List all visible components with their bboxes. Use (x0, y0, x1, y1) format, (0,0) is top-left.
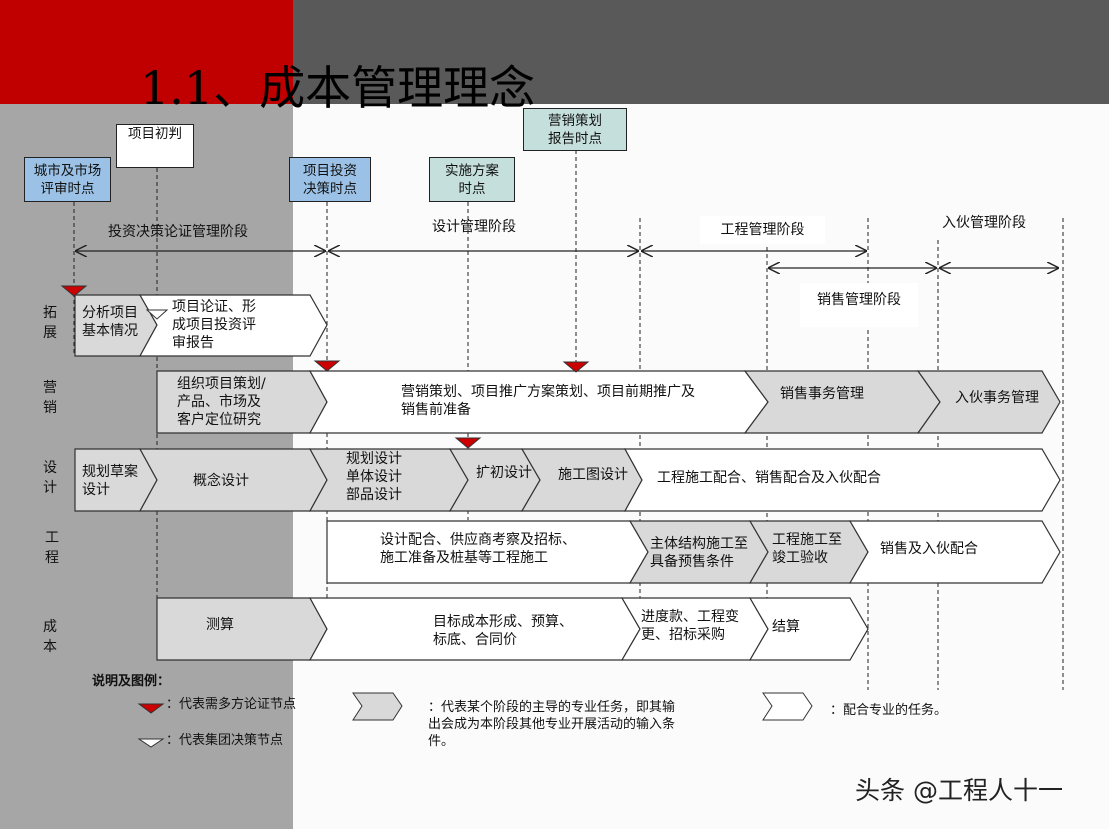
row-label-marketing: 营 销 (43, 380, 57, 416)
row-label-design: 设 计 (43, 460, 57, 496)
legend-lead-task-shape (352, 692, 403, 721)
row-label-engineering: 工 程 (45, 530, 59, 566)
task-completion: 工程施工至 竣工验收 (772, 532, 842, 566)
milestone-marketing-report: 营销策划 报告时点 (523, 108, 627, 151)
chevron-settlement (748, 597, 869, 661)
task-preliminary: 扩初设计 (476, 465, 532, 481)
task-sales-move-coop: 销售及入伙配合 (880, 541, 978, 557)
task-target-cost: 目标成本形成、预算、 标底、合同价 (433, 614, 573, 648)
phase-investment: 投资决策论证管理阶段 (108, 224, 248, 240)
red-node-implementation (454, 437, 482, 449)
legend-red-node-shape (137, 703, 165, 714)
legend-support-task-shape (762, 692, 813, 721)
task-move-in-affairs: 入伙事务管理 (955, 390, 1039, 406)
phase-sales: 销售管理阶段 (800, 283, 918, 327)
legend-title: 说明及图例： (92, 674, 171, 689)
task-progress-payment: 进度款、工程变 更、招标采购 (641, 609, 739, 643)
phase-move-in: 入伙管理阶段 (942, 215, 1026, 231)
task-planning-unit: 规划设计 单体设计 部品设计 (346, 451, 402, 503)
milestone-city-market: 城市及市场 评审时点 (24, 157, 111, 202)
legend-red-node-text: ：代表需多方论证节点 (166, 697, 297, 712)
phase-design: 设计管理阶段 (432, 219, 516, 235)
milestone-project-initial: 项目初判 (116, 124, 194, 168)
task-planning-draft: 规划草案 设计 (82, 464, 138, 498)
task-analyze-project: 分析项目 基本情况 (82, 305, 138, 339)
task-sales-affairs: 销售事务管理 (780, 386, 864, 402)
red-node-investment (313, 360, 341, 372)
task-settlement: 结算 (772, 619, 800, 635)
legend-white-node-shape (137, 738, 165, 748)
task-design-coop: 设计配合、供应商考察及招标、 施工准备及桩基等工程施工 (380, 532, 576, 566)
row-label-expansion: 拓 展 (43, 305, 57, 341)
task-estimate: 测算 (206, 617, 234, 633)
task-construction-coop: 工程施工配合、销售配合及入伙配合 (657, 470, 881, 486)
milestone-investment-decision: 项目投资 决策时点 (289, 157, 371, 202)
milestone-implementation-plan: 实施方案 时点 (429, 157, 515, 202)
phase-engineering: 工程管理阶段 (700, 216, 825, 244)
task-concept-design: 概念设计 (193, 473, 249, 489)
legend-white-node-text: ：代表集团决策节点 (166, 733, 284, 748)
legend-support-task-text: ：配合专业的任务。 (830, 703, 948, 718)
watermark: 头条 @工程人十一 (855, 776, 1063, 805)
task-org-planning: 组织项目策划/ 产品、市场及 客户定位研究 (177, 376, 266, 428)
task-main-structure: 主体结构施工至 具备预售条件 (650, 536, 748, 570)
task-project-demonstration: 项目论证、形 成项目投资评 审报告 (172, 299, 256, 351)
chevron-estimate (156, 597, 328, 661)
legend-lead-task-text: ：代表某个阶段的主导的专业任务，即其输 出会成为本阶段其他专业开展活动的输入条 … (428, 700, 676, 749)
task-construction-drawing: 施工图设计 (558, 467, 628, 483)
row-label-cost: 成 本 (43, 619, 57, 655)
task-marketing-planning: 营销策划、项目推广方案策划、项目前期推广及 销售前准备 (401, 384, 695, 418)
